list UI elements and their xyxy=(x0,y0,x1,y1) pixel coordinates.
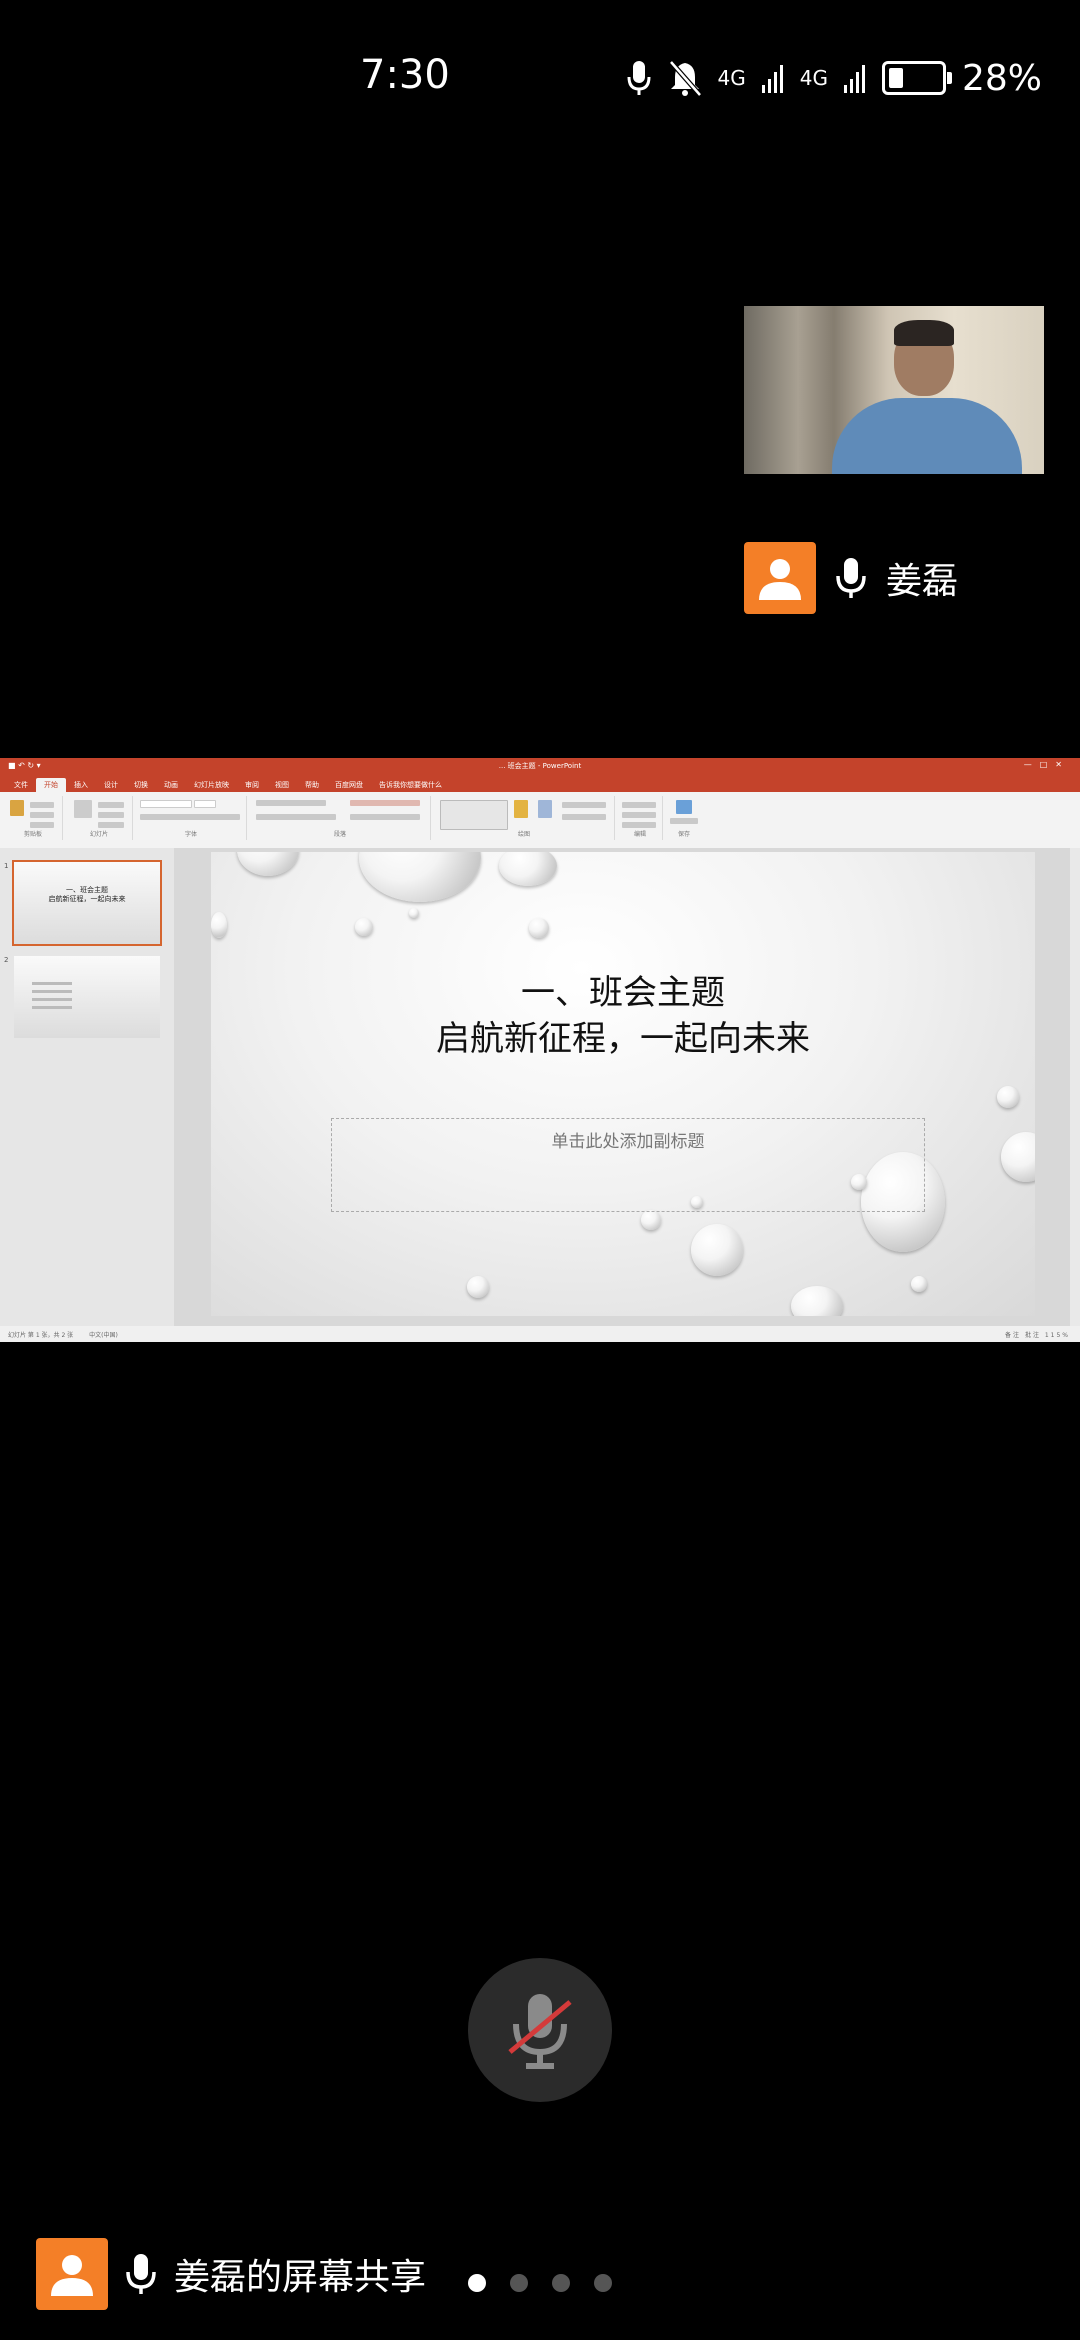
signal-4g-1: 4G xyxy=(718,68,746,88)
window-controls[interactable]: —□✕ xyxy=(1024,760,1070,769)
ribbon-group-paragraph[interactable]: 段落 xyxy=(250,796,431,840)
page-dot[interactable] xyxy=(510,2274,528,2292)
subtitle-placeholder: 单击此处添加副标题 xyxy=(551,1132,705,1152)
avatar xyxy=(744,542,816,614)
person-icon xyxy=(759,559,801,600)
ribbon-group-clipboard[interactable]: 剪贴板 xyxy=(4,796,63,840)
screen-share-label: 姜磊的屏幕共享 xyxy=(174,2257,427,2298)
thumb-title: 一、班会主题 启航新征程，一起向未来 xyxy=(14,886,160,904)
ribbon-group-label: 幻灯片 xyxy=(89,831,108,838)
slide-number: 2 xyxy=(4,956,9,964)
ribbon-group-label: 保存 xyxy=(677,831,690,838)
person-body xyxy=(832,398,1022,474)
thumb-title-line1: 一、班会主题 xyxy=(66,886,108,894)
tab-design[interactable]: 设计 xyxy=(96,778,126,792)
ppt-window-title: ... 班会主题 - PowerPoint xyxy=(498,762,582,770)
person-icon xyxy=(51,2255,93,2296)
slide-editor: 一、班会主题 启航新征程，一起向未来 单击此处添加副标题 xyxy=(174,848,1080,1326)
mic-icon xyxy=(126,2254,156,2294)
subtitle-placeholder-box[interactable]: 单击此处添加副标题 xyxy=(331,1118,925,1212)
tab-animations[interactable]: 动画 xyxy=(156,778,186,792)
ribbon-group-editing[interactable]: 编辑 xyxy=(618,796,663,840)
ribbon: 剪贴板 幻灯片 字体 段落 绘图 编辑 保存 xyxy=(0,792,1080,849)
slide-scrollbar[interactable] xyxy=(1070,848,1080,1326)
tab-view[interactable]: 视图 xyxy=(267,778,297,792)
ribbon-group-drawing[interactable]: 绘图 xyxy=(434,796,615,840)
bell-muted-icon xyxy=(668,60,702,97)
ribbon-group-label: 剪贴板 xyxy=(23,831,42,838)
ppt-status-bar: 幻灯片 第 1 张，共 2 张 中文(中国) 备注 批注 115% xyxy=(0,1326,1080,1342)
tab-insert[interactable]: 插入 xyxy=(66,778,96,792)
signal-bars-icon xyxy=(761,65,783,93)
slide-thumbnail-pane: 1 一、班会主题 启航新征程，一起向未来 2 xyxy=(0,848,174,1326)
status-time: 7:30 xyxy=(360,52,450,98)
participant-name: 姜磊 xyxy=(886,561,959,602)
ribbon-group-label: 编辑 xyxy=(633,831,646,838)
ribbon-group-label: 段落 xyxy=(333,831,346,838)
tab-file[interactable]: 文件 xyxy=(6,778,36,792)
tab-transitions[interactable]: 切换 xyxy=(126,778,156,792)
slide-number: 1 xyxy=(4,862,9,870)
signal-4g-2: 4G xyxy=(800,68,828,88)
ribbon-group-label: 字体 xyxy=(184,831,197,838)
tab-baidu[interactable]: 百度网盘 xyxy=(327,778,371,792)
ribbon-group-slides[interactable]: 幻灯片 xyxy=(66,796,133,840)
avatar xyxy=(36,2238,108,2310)
ribbon-group-font[interactable]: 字体 xyxy=(136,796,247,840)
tab-help[interactable]: 帮助 xyxy=(297,778,327,792)
participant-video[interactable] xyxy=(744,306,1044,474)
person-hair xyxy=(894,320,954,346)
slide-title[interactable]: 一、班会主题 启航新征程，一起向未来 xyxy=(211,970,1035,1062)
screen-share-tag: 姜磊的屏幕共享 xyxy=(36,2238,426,2310)
current-slide[interactable]: 一、班会主题 启航新征程，一起向未来 单击此处添加副标题 xyxy=(211,852,1035,1316)
tell-me-search[interactable]: 告诉我你想要做什么 xyxy=(371,778,450,792)
ribbon-tabs: 文件 开始 插入 设计 切换 动画 幻灯片放映 审阅 视图 帮助 百度网盘 告诉… xyxy=(0,774,1080,792)
status-icons: 4G 4G 28% xyxy=(626,52,1042,104)
ppt-title-bar: ■ ↶ ↻ ▾ ... 班会主题 - PowerPoint —□✕ xyxy=(0,758,1080,774)
ribbon-group-save[interactable]: 保存 xyxy=(666,796,702,840)
tab-review[interactable]: 审阅 xyxy=(237,778,267,792)
quick-access-icons[interactable]: ■ ↶ ↻ ▾ xyxy=(8,761,41,770)
page-dot[interactable] xyxy=(552,2274,570,2292)
page-dot[interactable] xyxy=(594,2274,612,2292)
mic-icon xyxy=(627,61,651,95)
tab-home[interactable]: 开始 xyxy=(36,778,66,792)
mic-muted-icon xyxy=(508,1994,572,2069)
slide-title-line2: 启航新征程，一起向未来 xyxy=(436,1019,810,1059)
shared-screen[interactable]: ■ ↶ ↻ ▾ ... 班会主题 - PowerPoint —□✕ 文件 开始 … xyxy=(0,758,1080,1342)
mic-icon xyxy=(836,558,866,598)
signal-bars-icon-2 xyxy=(843,65,865,93)
language: 中文(中国) xyxy=(89,1331,118,1339)
signal-4g-label: 4G xyxy=(717,66,746,90)
thumb-title-line2: 启航新征程，一起向未来 xyxy=(48,895,126,903)
mute-mic-button[interactable] xyxy=(468,1958,612,2102)
tab-slideshow[interactable]: 幻灯片放映 xyxy=(186,778,237,792)
status-right: 备注 批注 115% xyxy=(1005,1331,1070,1339)
battery-icon xyxy=(881,61,952,95)
battery-percent: 28% xyxy=(961,57,1042,99)
page-indicator[interactable] xyxy=(468,2274,612,2292)
participant-name-tag: 姜磊 xyxy=(744,542,958,614)
slide-position: 幻灯片 第 1 张，共 2 张 xyxy=(8,1331,74,1339)
signal-4g-label-2: 4G xyxy=(799,66,828,90)
slide-thumbnail-1[interactable]: 1 一、班会主题 启航新征程，一起向未来 xyxy=(4,860,162,946)
slide-thumbnail-2[interactable]: 2 xyxy=(4,956,160,1038)
ribbon-group-label: 绘图 xyxy=(517,831,530,838)
slide-title-line1: 一、班会主题 xyxy=(521,973,725,1013)
page-dot[interactable] xyxy=(468,2274,486,2292)
